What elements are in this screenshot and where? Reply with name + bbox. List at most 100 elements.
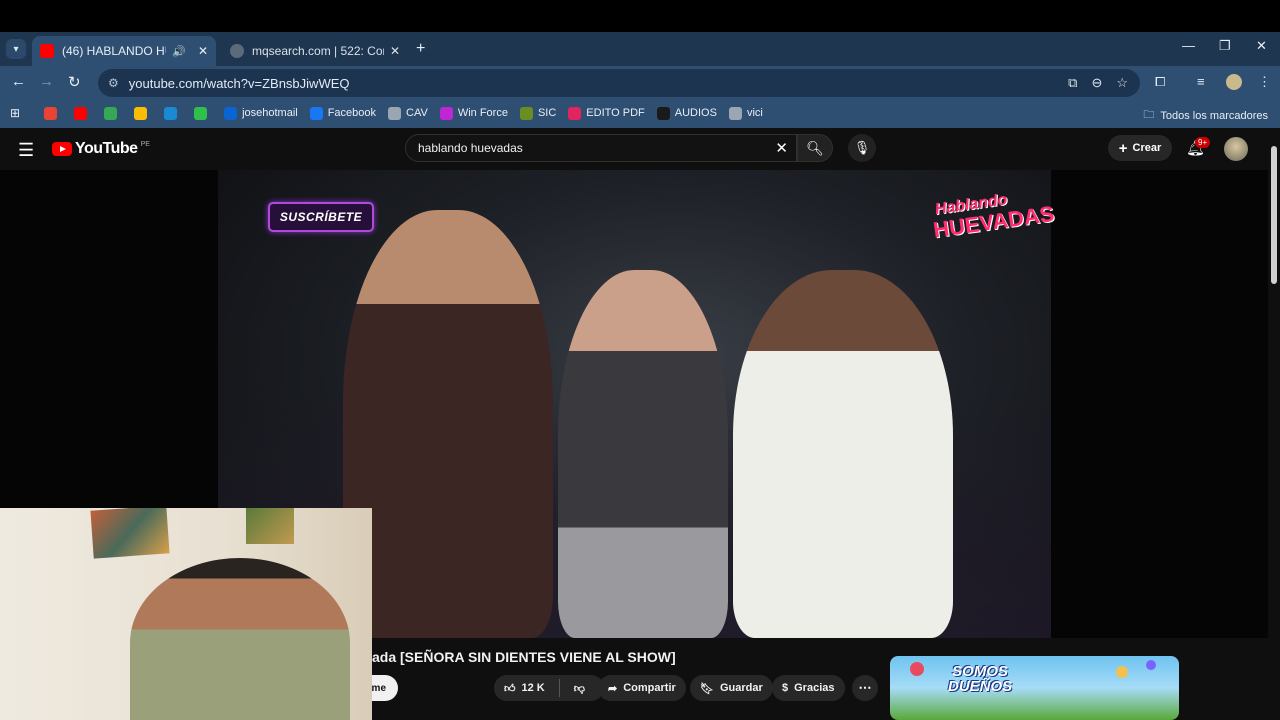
bookmark-item[interactable]: vici <box>728 106 763 120</box>
plus-icon: + <box>1118 139 1128 157</box>
star-icon[interactable]: ☆ <box>1116 75 1128 91</box>
bookmark-label: Facebook <box>327 107 377 119</box>
share-button[interactable]: ➦ Compartir <box>598 675 686 701</box>
bookmark-label: vici <box>746 107 763 119</box>
bookmark-item[interactable] <box>194 106 212 120</box>
account-avatar[interactable] <box>1224 137 1248 161</box>
minimize-icon[interactable]: — <box>1182 38 1195 53</box>
tab-title: (46) HABLANDO HUEVADA <box>62 44 166 58</box>
youtube-wordmark: YouTube <box>75 140 138 157</box>
speaker-icon[interactable]: 🔊 <box>172 45 186 58</box>
divider <box>558 679 560 697</box>
bookmark-item[interactable]: CAV <box>388 106 428 120</box>
host-right-image <box>733 270 953 638</box>
streamer-image <box>130 558 350 720</box>
subscribe-overlay: SUSCRÍBETE <box>268 202 374 232</box>
bookmark-label: Win Force <box>457 107 508 119</box>
tab-title: mqsearch.com | 522: Connectio <box>252 44 384 58</box>
all-bookmarks-folder[interactable]: 🗀 Todos los marcadores <box>1143 106 1268 125</box>
sic-icon <box>519 106 533 120</box>
bookmark-item[interactable]: EDITO PDF <box>568 106 645 120</box>
extensions-icon[interactable]: ⧠ <box>1155 74 1165 90</box>
search-button[interactable]: 🔍︎ <box>797 134 833 162</box>
bookmark-item[interactable]: Facebook <box>309 106 377 120</box>
share-label: Compartir <box>623 682 676 694</box>
thumbs-up-icon[interactable]: 👍︎ <box>504 682 516 695</box>
edge-icon <box>164 106 178 120</box>
youtube-logo[interactable]: YouTube PE <box>52 140 150 158</box>
voice-search-button[interactable]: 🎙︎ <box>848 134 876 162</box>
more-actions-icon[interactable]: ⋯ <box>852 675 878 701</box>
reading-list-icon[interactable]: ≡ <box>1197 74 1205 89</box>
reload-icon[interactable]: ↻ <box>68 73 81 91</box>
close-tab-icon[interactable]: ✕ <box>198 44 208 58</box>
browser-tab-strip: ▾ (46) HABLANDO HUEVADA 🔊 ✕ mqsearch.com… <box>0 32 1280 66</box>
video-title: ada [SEÑORA SIN DIENTES VIENE AL SHOW] <box>372 649 676 665</box>
notification-count-badge: 9+ <box>1195 137 1211 148</box>
bookmark-item[interactable]: josehotmail <box>224 106 298 120</box>
forward-arrow-icon[interactable]: → <box>39 73 54 90</box>
wall-painting-image <box>90 508 170 559</box>
bookmark-label: josehotmail <box>242 107 298 119</box>
ad-brand-line1: SOMOS <box>952 663 1009 680</box>
tab-mqsearch[interactable]: mqsearch.com | 522: Connectio ✕ <box>222 36 408 66</box>
outlook-icon <box>224 106 238 120</box>
bookmark-label: SIC <box>537 107 557 119</box>
url-text: youtube.com/watch?v=ZBnsbJiwWEQ <box>128 75 350 91</box>
bookmark-item[interactable] <box>104 106 122 120</box>
tab-youtube[interactable]: (46) HABLANDO HUEVADA 🔊 ✕ <box>32 36 216 66</box>
bookmark-item[interactable] <box>164 106 182 120</box>
restore-icon[interactable]: ❐ <box>1219 38 1231 54</box>
scrollbar-thumb[interactable] <box>1271 146 1277 284</box>
bookmark-item[interactable]: SIC <box>519 106 557 120</box>
bookmarks-bar: ⊞ josehotmail Facebook CAV Win Force SIC EDIT… <box>0 98 1280 128</box>
maps-icon <box>104 106 118 120</box>
address-input[interactable]: ⚙ youtube.com/watch?v=ZBnsbJiwWEQ ⧉ ⊖ ☆ <box>98 69 1140 97</box>
bookmark-item[interactable]: AUDIOS <box>656 106 717 120</box>
youtube-header: ☰ YouTube PE hablando huevadas ✕ 🔍︎ 🎙︎ +… <box>0 128 1268 170</box>
search-query: hablando huevadas <box>418 141 523 155</box>
ad-brand-line2: DUEÑOS <box>948 678 1013 695</box>
folder-icon: 🗀 <box>1143 109 1155 121</box>
thanks-icon: $ <box>782 682 789 694</box>
hamburger-menu-icon[interactable]: ☰ <box>18 140 34 161</box>
wall-painting-image <box>246 508 294 544</box>
balloon-graphic <box>1116 666 1128 678</box>
zoom-icon[interactable]: ⊖ <box>1091 75 1102 91</box>
clear-search-icon[interactable]: ✕ <box>775 139 788 157</box>
back-arrow-icon[interactable]: ← <box>11 73 26 90</box>
youtube-icon <box>40 44 54 58</box>
search-input[interactable]: hablando huevadas ✕ <box>405 134 797 162</box>
photos-icon <box>134 106 148 120</box>
bookmark-item[interactable] <box>44 106 62 120</box>
tab-search-button[interactable]: ▾ <box>6 39 26 59</box>
bookmark-label: EDITO PDF <box>586 107 645 119</box>
like-dislike-button[interactable]: 👍︎ 12 K 👎︎ <box>494 675 604 701</box>
bookmark-label: CAV <box>406 107 428 119</box>
share-icon: ➦ <box>608 682 618 695</box>
balloon-graphic <box>1146 660 1156 670</box>
bookmark-icon: 🔖︎ <box>700 682 714 695</box>
new-tab-button[interactable]: + <box>416 40 425 58</box>
profile-avatar[interactable] <box>1226 74 1242 90</box>
globe-icon <box>388 106 402 120</box>
sidebar-ad-banner[interactable]: SOMOS DUEÑOS <box>890 656 1179 720</box>
thumbs-down-icon[interactable]: 👎︎ <box>574 682 585 695</box>
install-app-icon[interactable]: ⧉ <box>1068 75 1077 91</box>
bookmark-item[interactable]: Win Force <box>439 106 508 120</box>
close-tab-icon[interactable]: ✕ <box>390 44 400 58</box>
host-center-image <box>558 270 728 638</box>
country-code: PE <box>140 140 150 148</box>
menu-dots-icon[interactable]: ⋮ <box>1258 74 1271 90</box>
save-button[interactable]: 🔖︎ Guardar <box>690 675 773 701</box>
create-button[interactable]: + Crear <box>1108 135 1172 161</box>
bookmark-item[interactable] <box>134 106 152 120</box>
close-window-icon[interactable]: ✕ <box>1256 38 1267 54</box>
facebook-icon <box>309 106 323 120</box>
thanks-button[interactable]: $ Gracias <box>772 675 845 701</box>
apps-grid-icon[interactable]: ⊞ <box>10 106 20 120</box>
search-icon: 🔍︎ <box>806 139 824 156</box>
bookmark-item[interactable] <box>74 106 92 120</box>
gmail-icon <box>44 106 58 120</box>
site-info-icon[interactable]: ⚙ <box>108 76 119 90</box>
